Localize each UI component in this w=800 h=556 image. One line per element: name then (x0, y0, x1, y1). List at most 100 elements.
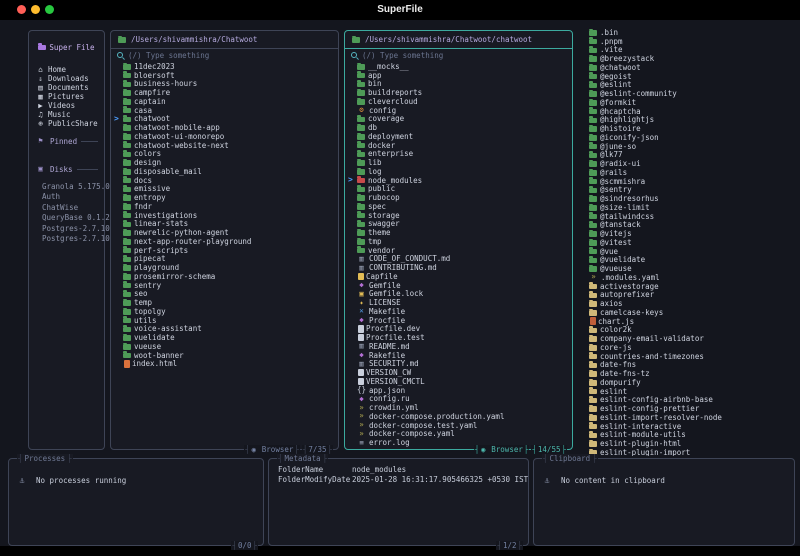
file-row[interactable]: @eslint-community (577, 89, 796, 98)
sidebar-item-downloads[interactable]: ⇓ Downloads (29, 74, 104, 83)
file-row[interactable]: ◆ Procfile (345, 316, 572, 325)
file-row[interactable]: disposable_mail (111, 167, 338, 176)
file-row[interactable]: playground (111, 263, 338, 272)
file-row[interactable]: prosemirror-schema (111, 272, 338, 281)
file-row[interactable]: {} app.json (345, 386, 572, 395)
file-row[interactable]: @iconify-json (577, 133, 796, 142)
file-row[interactable]: .pnpm (577, 37, 796, 46)
search-input[interactable]: (/) Type something (111, 49, 338, 61)
file-row[interactable]: coverage (345, 114, 572, 123)
sidebar-item-home[interactable]: ⌂ Home (29, 65, 104, 74)
file-row[interactable]: newrelic-python-agent (111, 228, 338, 237)
file-row[interactable]: VERSION_CW (345, 368, 572, 377)
sidebar-item-music[interactable]: ♫ Music (29, 110, 104, 119)
file-row[interactable]: » docker-compose.production.yaml (345, 412, 572, 421)
file-row[interactable]: autoprefixer (577, 290, 796, 299)
file-row[interactable]: eslint-module-utils (577, 430, 796, 439)
file-row[interactable]: tmp (345, 237, 572, 246)
file-row[interactable]: index.html (111, 359, 338, 368)
file-row[interactable]: date-fns-tz (577, 369, 796, 378)
file-row[interactable]: spec (345, 202, 572, 211)
file-row[interactable]: @size-limit (577, 203, 796, 212)
file-row[interactable]: business-hours (111, 79, 338, 88)
file-row[interactable]: clevercloud (345, 97, 572, 106)
file-row[interactable]: » crowdin.yml (345, 403, 572, 412)
file-row[interactable]: Procfile.dev (345, 324, 572, 333)
file-row[interactable]: docs (111, 176, 338, 185)
file-row[interactable]: @rails (577, 168, 796, 177)
file-row[interactable]: chatwoot-mobile-app (111, 123, 338, 132)
file-row[interactable]: @histoire (577, 124, 796, 133)
file-row[interactable]: app (345, 71, 572, 80)
file-row[interactable]: entropy (111, 193, 338, 202)
file-row[interactable]: log (345, 167, 572, 176)
disk-item[interactable]: Auth (29, 192, 104, 203)
disk-item[interactable]: QueryBase 0.1.2... (29, 213, 123, 224)
file-row[interactable]: docker (345, 141, 572, 150)
file-row[interactable]: 11dec2023 (111, 62, 338, 71)
file-row[interactable]: » .modules.yaml (577, 273, 796, 282)
file-row[interactable]: deployment (345, 132, 572, 141)
file-row[interactable]: utils (111, 316, 338, 325)
file-row[interactable]: public (345, 184, 572, 193)
file-row[interactable]: eslint (577, 387, 796, 396)
file-row[interactable]: ◆ Gemfile (345, 281, 572, 290)
file-row[interactable]: @tanstack (577, 220, 796, 229)
file-row[interactable]: @june-so (577, 142, 796, 151)
file-row[interactable]: theme (345, 228, 572, 237)
file-row[interactable]: eslint-interactive (577, 422, 796, 431)
file-row[interactable]: storage (345, 211, 572, 220)
file-row[interactable]: ▥ README.md (345, 342, 572, 351)
file-row[interactable]: bloersoft (111, 71, 338, 80)
disk-item[interactable]: Granola 5.175.0... (29, 181, 123, 192)
file-row[interactable]: company-email-validator (577, 334, 796, 343)
file-row[interactable]: @radix-ui (577, 159, 796, 168)
file-row[interactable]: sentry (111, 281, 338, 290)
file-row[interactable]: vuelidate (111, 333, 338, 342)
file-row[interactable]: countries-and-timezones (577, 352, 796, 361)
sidebar-item-documents[interactable]: ▤ Documents (29, 83, 104, 92)
file-row[interactable]: @vue (577, 247, 796, 256)
file-row[interactable]: » docker-compose.yaml (345, 429, 572, 438)
file-row[interactable]: @highlightjs (577, 115, 796, 124)
file-row[interactable]: @tailwindcss (577, 212, 796, 221)
file-row[interactable]: bin (345, 79, 572, 88)
file-row[interactable]: > node_modules (345, 175, 572, 185)
file-row[interactable]: fndr (111, 202, 338, 211)
file-row[interactable]: vueuse (111, 342, 338, 351)
file-row[interactable]: » docker-compose.test.yaml (345, 421, 572, 430)
file-row[interactable]: ◆ Rakefile (345, 351, 572, 360)
file-row[interactable]: eslint-config-airbnb-base (577, 395, 796, 404)
file-row[interactable]: ▣ Gemfile.lock (345, 289, 572, 298)
file-row[interactable]: eslint-plugin-import (577, 448, 796, 456)
file-row[interactable]: Procfile.test (345, 333, 572, 342)
file-row[interactable]: .vite (577, 45, 796, 54)
file-row[interactable]: @formkit (577, 98, 796, 107)
file-row[interactable]: eslint-plugin-html (577, 439, 796, 448)
disk-item[interactable]: Postgres-2.7.10... (29, 234, 123, 245)
file-row[interactable]: @eslint (577, 80, 796, 89)
file-row[interactable]: axios (577, 299, 796, 308)
file-row[interactable]: @egoist (577, 72, 796, 81)
file-row[interactable]: colors (111, 149, 338, 158)
file-row[interactable]: @vitest (577, 238, 796, 247)
file-row[interactable]: lib (345, 158, 572, 167)
file-row[interactable]: @sentry (577, 185, 796, 194)
file-row[interactable]: @vitejs (577, 229, 796, 238)
file-row[interactable]: investigations (111, 211, 338, 220)
file-row[interactable]: camelcase-keys (577, 308, 796, 317)
file-row[interactable]: @hcaptcha (577, 107, 796, 116)
file-row[interactable]: @chatwoot (577, 63, 796, 72)
file-row[interactable]: linear-stats (111, 219, 338, 228)
file-row[interactable]: eslint-import-resolver-node (577, 413, 796, 422)
file-row[interactable]: Capfile (345, 272, 572, 281)
file-row[interactable]: .bin (577, 28, 796, 37)
file-row[interactable]: ▥ SECURITY.md (345, 359, 572, 368)
file-row[interactable]: db (345, 123, 572, 132)
file-row[interactable]: next-app-router-playground (111, 237, 338, 246)
file-row[interactable]: eslint-config-prettier (577, 404, 796, 413)
file-row[interactable]: ▥ CODE_OF_CONDUCT.md (345, 254, 572, 263)
file-row[interactable]: core-js (577, 343, 796, 352)
file-row[interactable]: chatwoot-ui-monorepo (111, 132, 338, 141)
file-row[interactable]: @sindresorhus (577, 194, 796, 203)
